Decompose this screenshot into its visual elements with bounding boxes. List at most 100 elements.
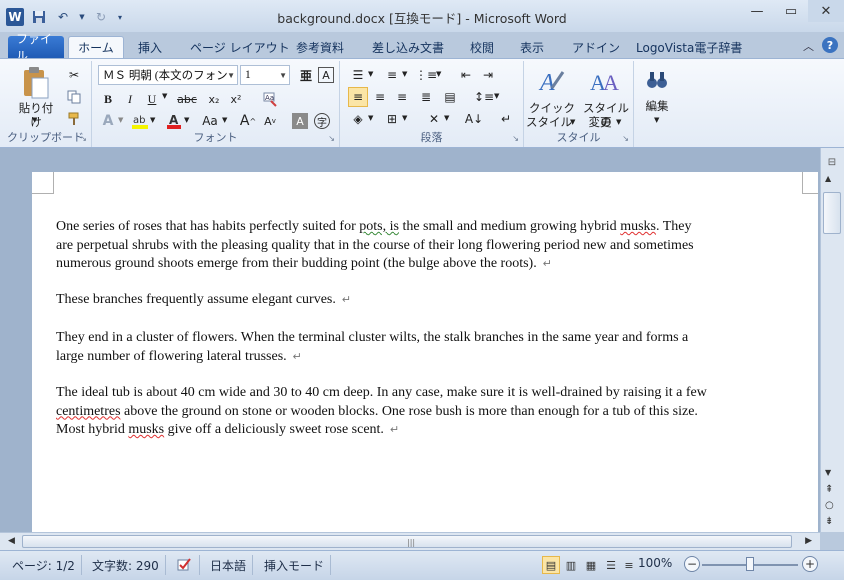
highlight-dropdown-icon[interactable]: ▼ [150, 116, 155, 124]
multilevel-dropdown-icon[interactable]: ▼ [436, 70, 441, 78]
maximize-button[interactable]: ▭ [774, 0, 808, 22]
grow-font-icon[interactable]: 亜 [296, 65, 316, 85]
text-effects-dropdown-icon[interactable]: ▼ [118, 116, 123, 124]
next-page-icon[interactable]: ⇟ [825, 516, 833, 527]
font-name-combo[interactable]: ＭＳ 明朝 (本文のフォン ▼ [98, 65, 238, 85]
editing-dropdown-icon[interactable]: ▼ [654, 116, 659, 124]
tab-logovista[interactable]: LogoVista電子辞書 [628, 36, 750, 58]
borders-dropdown-icon[interactable]: ▼ [402, 114, 407, 122]
asian-layout-icon[interactable]: ✕ [424, 109, 444, 129]
paragraph-1[interactable]: One series of roses that has habits perf… [56, 218, 806, 274]
horizontal-scroll-thumb[interactable]: ||| [22, 535, 792, 548]
vertical-scrollbar[interactable]: ⊟ ▲ ▼ ⇞ ○ ⇟ [820, 148, 844, 532]
underline-dropdown-icon[interactable]: ▼ [162, 92, 167, 100]
tab-file[interactable]: ファイル [8, 32, 64, 63]
minimize-ribbon-icon[interactable]: ︿ [803, 38, 814, 54]
outline-view-icon[interactable]: ☰ [602, 556, 620, 574]
distributed-button[interactable]: ▤ [440, 87, 460, 107]
clear-formatting-icon[interactable]: Aa [260, 89, 280, 109]
italic-button[interactable]: I [120, 89, 140, 109]
select-browse-object-icon[interactable]: ○ [825, 500, 834, 511]
zoom-level[interactable]: 100% [638, 556, 672, 570]
tab-references[interactable]: 参考資料 [288, 36, 352, 58]
text-effects-icon[interactable]: A [98, 111, 118, 131]
zoom-slider-thumb[interactable] [746, 557, 754, 571]
strikethrough-button[interactable]: abc [174, 89, 200, 109]
page-count[interactable]: ページ: 1/2 [6, 555, 82, 575]
enclose-characters-icon[interactable]: 字 [314, 113, 330, 129]
draft-view-icon[interactable]: ≡ [620, 556, 638, 574]
paste-icon[interactable] [18, 65, 54, 101]
view-ruler-icon[interactable]: ⊟ [824, 154, 840, 170]
tab-view[interactable]: 表示 [512, 36, 552, 58]
scroll-down-icon[interactable]: ▼ [825, 468, 831, 477]
font-size-combo[interactable]: 1 ▼ [240, 65, 290, 85]
font-color-dropdown-icon[interactable]: ▼ [184, 116, 189, 124]
justify-button[interactable]: ≣ [416, 87, 436, 107]
vertical-scroll-thumb[interactable] [823, 192, 841, 234]
shading-dropdown-icon[interactable]: ▼ [368, 114, 373, 122]
quick-styles-label2[interactable]: スタイル [526, 115, 572, 129]
shading-icon[interactable]: ◈ [348, 109, 368, 129]
borders-icon[interactable]: ⊞ [382, 109, 402, 129]
scroll-left-icon[interactable]: ◀ [8, 536, 15, 546]
language-indicator[interactable]: 日本語 [204, 555, 254, 575]
shrink-font-button[interactable]: Av [260, 111, 280, 131]
editing-label[interactable]: 編集 [638, 99, 676, 113]
tab-review[interactable]: 校閲 [462, 36, 502, 58]
tab-home[interactable]: ホーム [68, 36, 124, 58]
word-count[interactable]: 文字数: 290 [86, 555, 166, 575]
align-right-button[interactable]: ≡ [392, 87, 412, 107]
highlight-color-icon[interactable]: ab [130, 111, 150, 131]
sort-icon[interactable]: A↓ [464, 109, 484, 129]
quick-styles-icon[interactable]: A [534, 65, 568, 97]
scroll-up-icon[interactable]: ▲ [825, 174, 831, 183]
asian-layout-dropdown-icon[interactable]: ▼ [444, 114, 449, 122]
document-area[interactable]: One series of roses that has habits perf… [0, 148, 820, 532]
zoom-out-button[interactable]: − [684, 556, 700, 572]
bullets-dropdown-icon[interactable]: ▼ [368, 70, 373, 78]
proofing-icon[interactable] [170, 555, 200, 575]
character-shading-icon[interactable]: A [292, 113, 308, 129]
scroll-right-icon[interactable]: ▶ [805, 536, 812, 546]
font-color-icon[interactable]: A [164, 111, 184, 131]
align-center-button[interactable]: ≡ [370, 87, 390, 107]
styles-launcher-icon[interactable]: ↘ [622, 134, 629, 143]
format-painter-icon[interactable] [64, 109, 84, 129]
bold-button[interactable]: B [98, 89, 118, 109]
bullets-icon[interactable]: ☰ [348, 65, 368, 85]
paragraph-4[interactable]: The ideal tub is about 40 cm wide and 30… [56, 384, 806, 440]
minimize-button[interactable]: — [740, 0, 774, 22]
help-icon[interactable]: ? [822, 37, 838, 53]
tab-insert[interactable]: 挿入 [130, 36, 170, 58]
paragraph-3[interactable]: They end in a cluster of flowers. When t… [56, 329, 806, 366]
paste-label[interactable]: 貼り付け [14, 101, 58, 129]
increase-indent-icon[interactable]: ⇥ [478, 65, 498, 85]
horizontal-scrollbar[interactable]: ◀ ||| ▶ [0, 532, 820, 550]
character-border-icon[interactable]: A [318, 67, 334, 83]
cut-icon[interactable]: ✂ [64, 65, 84, 85]
align-left-button[interactable]: ≡ [348, 87, 368, 107]
change-case-dropdown-icon[interactable]: ▼ [222, 116, 227, 124]
binoculars-icon[interactable] [644, 67, 670, 93]
document-page[interactable]: One series of roses that has habits perf… [32, 172, 818, 532]
quick-styles-dropdown-icon[interactable]: ▼ [570, 118, 575, 126]
numbering-icon[interactable]: ≡ [382, 65, 402, 85]
grow-font-button[interactable]: A ^ [238, 111, 258, 131]
change-styles-icon[interactable]: AA [586, 65, 622, 97]
insert-mode-indicator[interactable]: 挿入モード [258, 555, 332, 575]
tab-add-ins[interactable]: アドイン [564, 36, 628, 58]
multilevel-list-icon[interactable]: ⋮≡ [415, 65, 437, 85]
line-spacing-icon[interactable]: ↕≡ [474, 87, 494, 107]
paragraph-2[interactable]: These branches frequently assume elegant… [56, 291, 806, 310]
decrease-indent-icon[interactable]: ⇤ [456, 65, 476, 85]
zoom-in-button[interactable]: + [802, 556, 818, 572]
numbering-dropdown-icon[interactable]: ▼ [402, 70, 407, 78]
change-styles-dropdown-icon[interactable]: ▼ [616, 118, 621, 126]
font-launcher-icon[interactable]: ↘ [328, 134, 335, 143]
previous-page-icon[interactable]: ⇞ [825, 484, 833, 495]
web-layout-icon[interactable]: ▦ [582, 556, 600, 574]
subscript-button[interactable]: x₂ [204, 89, 224, 109]
tab-page-layout[interactable]: ページ レイアウト [182, 36, 298, 58]
show-hide-marks-icon[interactable]: ↵ [496, 109, 516, 129]
